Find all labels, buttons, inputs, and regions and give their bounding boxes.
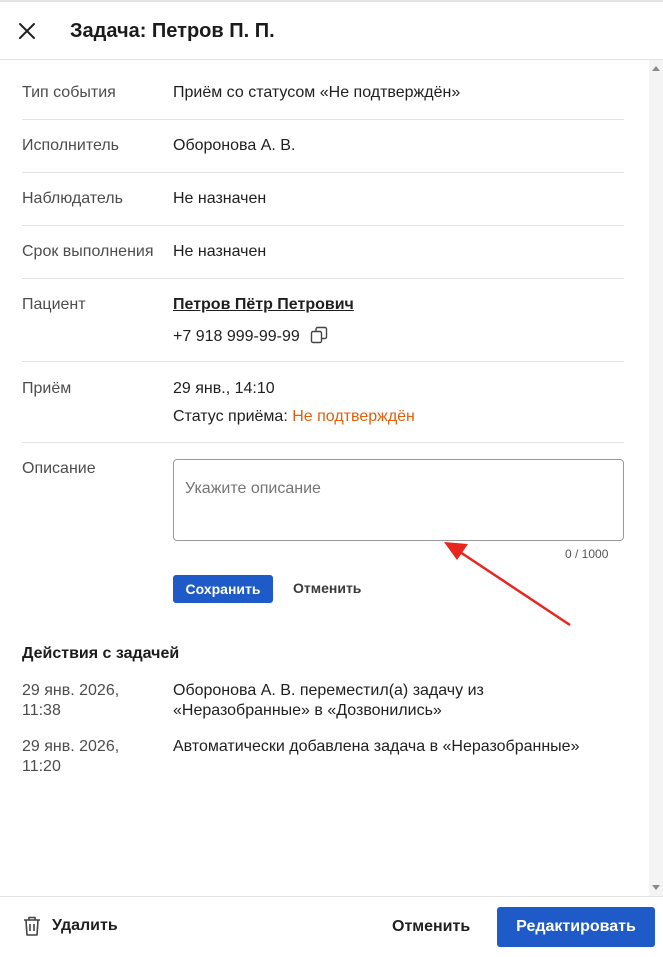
- field-label: Наблюдатель: [22, 190, 123, 207]
- patient-phone: +7 918 999-99-99: [173, 326, 328, 349]
- field-value: Не назначен: [173, 243, 267, 260]
- field-patient: Пациент Петров Пётр Петрович +7 918 999-…: [22, 279, 624, 362]
- field-value: Не назначен: [173, 190, 267, 207]
- page-title: Задача: Петров П. П.: [70, 20, 275, 42]
- trash-icon: [24, 916, 40, 936]
- phone-number: +7 918 999-99-99: [173, 328, 300, 345]
- scrollbar-thumb[interactable]: [652, 78, 660, 878]
- list-item: 29 янв. 2026, 11:20 Автоматически добавл…: [22, 737, 624, 781]
- field-appointment: Приём 29 янв., 14:10 Статус приёма: Не п…: [22, 362, 624, 443]
- scroll-down-icon[interactable]: [652, 885, 660, 890]
- log-date: 29 янв. 2026, 11:20: [22, 738, 120, 775]
- log-text: Автоматически добавлена задача в «Неразо…: [173, 738, 580, 755]
- field-event-type: Тип события Приём со статусом «Не подтве…: [22, 60, 624, 120]
- scrollbar[interactable]: [649, 60, 663, 896]
- description-label: Описание: [22, 460, 96, 477]
- close-button[interactable]: [14, 18, 40, 44]
- save-button[interactable]: Сохранить: [173, 575, 273, 603]
- list-item: 29 янв. 2026, 11:38 Оборонова А. В. пере…: [22, 681, 624, 725]
- actions-title: Действия с задачей: [22, 645, 180, 662]
- footer-bar: Удалить Отменить Редактировать: [0, 896, 663, 957]
- edit-button[interactable]: Редактировать: [497, 907, 655, 947]
- description-input[interactable]: [173, 459, 624, 541]
- field-label: Приём: [22, 380, 72, 397]
- close-icon: [19, 23, 35, 39]
- appointment-date-link[interactable]: 29 янв., 14:10: [173, 380, 275, 398]
- appointment-status-label: Статус приёма:: [173, 408, 288, 425]
- field-label: Пациент: [22, 296, 86, 313]
- panel-header: Задача: Петров П. П.: [0, 2, 663, 60]
- field-label: Исполнитель: [22, 137, 120, 154]
- appointment-status: Статус приёма: Не подтверждён: [173, 408, 415, 426]
- footer-cancel-button[interactable]: Отменить: [392, 918, 470, 936]
- field-observer: Наблюдатель Не назначен: [22, 173, 624, 226]
- scroll-up-icon[interactable]: [652, 66, 660, 71]
- field-label: Тип события: [22, 84, 116, 101]
- patient-link[interactable]: Петров Пётр Петрович: [173, 296, 354, 314]
- delete-label: Удалить: [52, 917, 118, 934]
- appointment-status-value: Не подтверждён: [292, 408, 415, 425]
- log-date: 29 янв. 2026, 11:38: [22, 682, 120, 719]
- field-label: Срок выполнения: [22, 243, 154, 260]
- field-executor: Исполнитель Оборонова А. В.: [22, 120, 624, 173]
- annotation-arrow-icon: [444, 542, 571, 627]
- copy-icon[interactable]: [310, 326, 328, 349]
- log-text: Оборонова А. В. переместил(а) задачу из …: [173, 682, 484, 719]
- field-deadline: Срок выполнения Не назначен: [22, 226, 624, 279]
- field-value: Приём со статусом «Не подтверждён»: [173, 84, 461, 101]
- field-value: Оборонова А. В.: [173, 137, 296, 154]
- delete-button[interactable]: Удалить: [22, 915, 118, 937]
- description-cancel-button[interactable]: Отменить: [293, 580, 361, 596]
